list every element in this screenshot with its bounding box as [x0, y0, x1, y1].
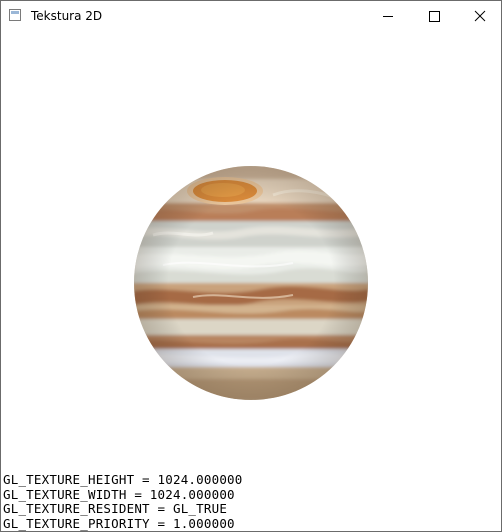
texture-priority-line: GL_TEXTURE_PRIORITY = 1.000000 — [3, 515, 235, 531]
close-button[interactable] — [457, 1, 501, 31]
texture-resident-line: GL_TEXTURE_RESIDENT = GL_TRUE — [3, 501, 228, 516]
close-icon — [474, 10, 486, 22]
app-window-icon[interactable] — [9, 9, 21, 21]
texture-width-line: GL_TEXTURE_WIDTH = 1024.000000 — [3, 486, 235, 502]
minimize-icon — [383, 16, 393, 17]
texture-height-line: GL_TEXTURE_HEIGHT = 1024.000000 — [3, 472, 243, 487]
title-bar[interactable]: Tekstura 2D — [1, 1, 501, 31]
window-title: Tekstura 2D — [31, 9, 103, 23]
maximize-icon — [429, 11, 440, 22]
app-window: Tekstura 2D GL_TEXTURE_HEIGHT = 1024.000… — [0, 0, 502, 532]
minimize-button[interactable] — [365, 1, 411, 31]
maximize-button[interactable] — [411, 1, 457, 31]
texture-info-list: GL_TEXTURE_HEIGHT = 1024.000000 GL_TEXTU… — [3, 472, 243, 531]
gl-canvas[interactable]: GL_TEXTURE_HEIGHT = 1024.000000 GL_TEXTU… — [1, 31, 501, 531]
jupiter-textured-sphere-icon — [134, 166, 368, 400]
